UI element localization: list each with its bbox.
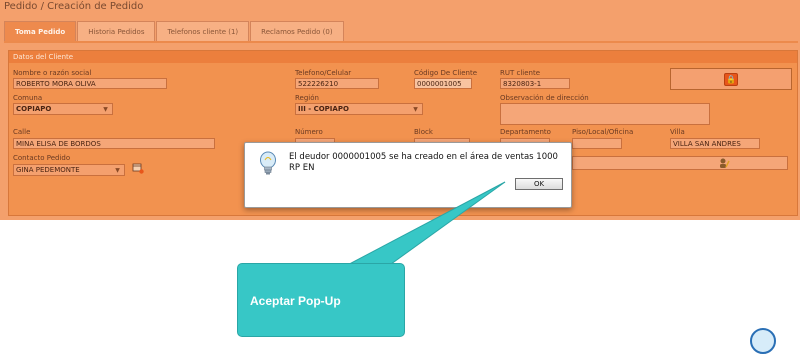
callout-text: Aceptar Pop-Up: [250, 294, 341, 308]
help-icon[interactable]: [750, 328, 776, 354]
annotation-callout: Aceptar Pop-Up: [237, 263, 405, 337]
